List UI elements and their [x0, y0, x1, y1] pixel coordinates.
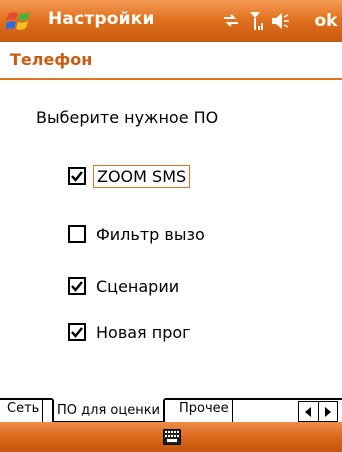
bottom-bar — [0, 422, 342, 452]
windows-logo-icon[interactable] — [6, 8, 34, 34]
sync-icon[interactable] — [224, 14, 238, 27]
tab-network[interactable]: Сеть — [4, 398, 44, 422]
checkbox[interactable] — [68, 277, 86, 295]
option-label: ZOOM SMS — [93, 164, 191, 188]
checkbox[interactable] — [68, 323, 86, 341]
page-header: Телефон — [0, 42, 342, 80]
option-new-program[interactable]: Новая прог — [68, 320, 194, 344]
checkbox[interactable] — [68, 225, 86, 243]
page-title: Телефон — [10, 50, 93, 69]
option-scenarios[interactable]: Сценарии — [68, 274, 182, 298]
option-label: Сценарии — [96, 276, 180, 296]
tab-scroll-buttons — [298, 401, 338, 422]
signal-icon[interactable] — [250, 12, 263, 30]
instruction-text: Выберите нужное ПО — [36, 108, 219, 127]
tab-other[interactable]: Прочее — [176, 398, 233, 422]
app-title: Настройки — [48, 9, 155, 29]
arrow-left-icon — [305, 406, 312, 417]
option-call-filter[interactable]: Фильтр вызо — [68, 222, 208, 246]
title-bar: Настройки ok — [0, 0, 342, 42]
tab-bar: Сеть ПО для оценки Прочее — [0, 398, 342, 424]
arrow-right-icon — [324, 406, 331, 417]
tab-evaluation-software[interactable]: ПО для оценки — [52, 398, 165, 423]
keyboard-icon[interactable] — [163, 429, 181, 445]
ok-button[interactable]: ok — [310, 0, 342, 42]
checkbox[interactable] — [68, 167, 86, 185]
option-label: Новая прог — [96, 322, 191, 342]
scroll-left-button[interactable] — [299, 402, 319, 421]
status-icons — [224, 12, 289, 30]
option-zoom-sms[interactable]: ZOOM SMS — [68, 164, 191, 188]
volume-icon[interactable] — [272, 13, 289, 29]
scroll-right-button[interactable] — [319, 402, 338, 421]
option-label: Фильтр вызо — [96, 224, 205, 244]
